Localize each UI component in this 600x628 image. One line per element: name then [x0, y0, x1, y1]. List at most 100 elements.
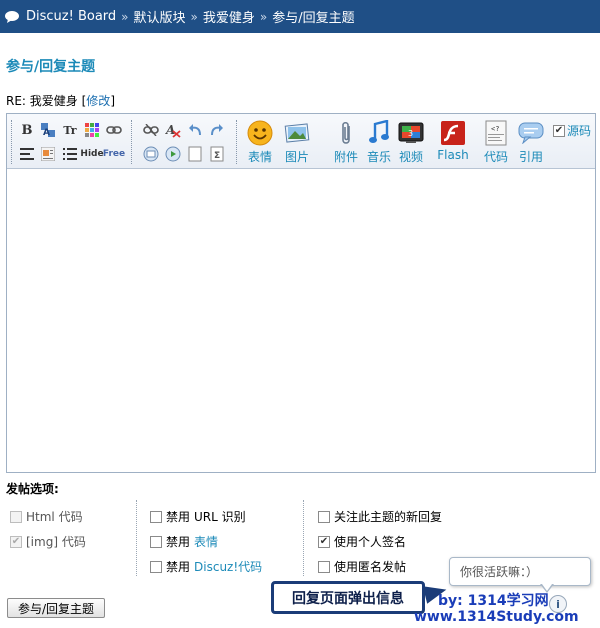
breadcrumb-separator: »: [190, 9, 198, 24]
disable-smilies-link[interactable]: 表情: [194, 533, 218, 550]
option-use-signature[interactable]: ✔ 使用个人签名: [318, 529, 442, 554]
smiley-button[interactable]: 表情: [240, 120, 280, 166]
breadcrumb-home[interactable]: Discuz! Board: [26, 9, 116, 24]
music-note-icon: [366, 120, 392, 146]
disable-url-label: URL 识别: [194, 510, 246, 524]
annotation-callout-text: 回复页面弹出信息: [292, 590, 404, 607]
option-img-code[interactable]: ✔ [img] 代码: [10, 529, 86, 554]
popup-tooltip: 你很活跃嘛：）: [449, 557, 591, 586]
insert-media-icon[interactable]: [165, 146, 181, 162]
picture-icon: [284, 120, 310, 146]
insert-image-icon[interactable]: [143, 146, 159, 162]
video-icon: 3: [398, 120, 424, 146]
anonymous-label: 使用匿名发帖: [334, 560, 407, 574]
paperclip-icon: [333, 120, 359, 146]
post-editor: B A Tr A Hide Free Σ 表情 图片 附件 音乐 3 视频 Fl…: [6, 113, 596, 473]
option-html-code[interactable]: Html 代码: [10, 504, 86, 529]
source-mode-checkbox[interactable]: ✔: [553, 124, 565, 137]
disable-discuz-code-link[interactable]: Discuz!代码: [194, 558, 262, 575]
list-icon[interactable]: [62, 146, 78, 162]
attachment-label: 附件: [333, 150, 358, 164]
video-button[interactable]: 3 视频: [391, 120, 431, 166]
breadcrumb-thread[interactable]: 我爱健身: [203, 7, 255, 26]
option-anonymous[interactable]: 使用匿名发帖: [318, 554, 442, 579]
disable-smilies-checkbox[interactable]: [150, 535, 162, 548]
smiley-label: 表情: [247, 150, 272, 164]
svg-text:Σ: Σ: [214, 151, 220, 161]
breadcrumb-bar: Discuz! Board » 默认版块 » 我爱健身 » 参与/回复主题: [0, 0, 600, 33]
subject-text: RE: 我爱健身: [6, 94, 78, 108]
option-subscribe[interactable]: 关注此主题的新回复: [318, 504, 442, 529]
source-mode-label: 源码: [567, 124, 592, 138]
anonymous-checkbox[interactable]: [318, 560, 330, 573]
disable-url-checkbox[interactable]: [150, 510, 162, 523]
remove-format-icon[interactable]: A: [165, 122, 181, 138]
code-icon: <?: [483, 120, 509, 146]
source-mode-toggle[interactable]: ✔ 源码: [553, 122, 591, 139]
edit-subject-link[interactable]: 修改: [86, 94, 110, 108]
page-title: 参与/回复主题: [6, 59, 96, 75]
breadcrumb-forum[interactable]: 默认版块: [134, 7, 186, 26]
svg-text:<?: <?: [491, 125, 499, 133]
editor-toolbar: B A Tr A Hide Free Σ 表情 图片 附件 音乐 3 视频 Fl…: [7, 114, 595, 169]
options-column-3: 关注此主题的新回复 ✔ 使用个人签名 使用匿名发帖: [318, 504, 442, 579]
redo-icon[interactable]: [209, 122, 225, 138]
flash-button[interactable]: Flash: [433, 120, 473, 166]
watermark-author: by: 1314学习网: [438, 593, 549, 609]
code-button[interactable]: <? 代码: [476, 120, 516, 166]
breadcrumb-separator: »: [121, 9, 129, 24]
subscribe-label: 关注此主题的新回复: [334, 510, 443, 524]
picture-button[interactable]: 图片: [277, 120, 317, 166]
link-icon[interactable]: [106, 122, 122, 138]
chat-bubble-icon: [5, 10, 19, 23]
toolbar-separator: [236, 120, 237, 164]
code-label: 代码: [483, 150, 508, 164]
disable-discuz-code-prefix: 禁用: [166, 560, 191, 574]
float-icon[interactable]: [40, 146, 56, 162]
disable-smilies-prefix: 禁用: [166, 535, 191, 549]
quote-button[interactable]: 引用: [511, 120, 551, 166]
toolbar-separator: [131, 120, 132, 164]
message-textarea[interactable]: [7, 170, 595, 472]
img-code-checkbox[interactable]: ✔: [10, 535, 22, 548]
quote-icon: [518, 120, 544, 146]
watermark-url: www.1314Study.com: [414, 609, 579, 625]
svg-text:A: A: [43, 128, 50, 138]
options-divider: [136, 500, 137, 576]
unlink-icon[interactable]: [143, 122, 159, 138]
video-label: 视频: [398, 150, 423, 164]
disable-discuz-code-checkbox[interactable]: [150, 560, 162, 573]
svg-text:3: 3: [408, 129, 413, 138]
submit-reply-button[interactable]: 参与/回复主题: [7, 598, 105, 618]
page-break-icon[interactable]: [187, 146, 203, 162]
options-column-2: 禁用 URL 识别 禁用 表情 禁用 Discuz!代码: [150, 504, 262, 579]
toolbar-separator: [11, 120, 12, 164]
posting-options-heading: 发帖选项:: [6, 482, 59, 496]
sum-icon[interactable]: Σ: [209, 146, 225, 162]
flash-icon: [440, 120, 466, 146]
html-code-checkbox[interactable]: [10, 510, 22, 523]
popup-tooltip-text: 你很活跃嘛：）: [460, 565, 539, 579]
options-divider: [303, 500, 304, 576]
picture-label: 图片: [284, 150, 309, 164]
font-size-icon[interactable]: Tr: [62, 122, 78, 138]
bold-icon[interactable]: B: [19, 122, 35, 138]
subscribe-checkbox[interactable]: [318, 510, 330, 523]
font-color-icon[interactable]: A: [40, 122, 56, 138]
reply-subject: RE: 我爱健身 [修改]: [6, 92, 115, 109]
option-disable-url[interactable]: 禁用 URL 识别: [150, 504, 262, 529]
undo-icon[interactable]: [187, 122, 203, 138]
disable-url-prefix: 禁用: [166, 510, 191, 524]
option-disable-discuz-code[interactable]: 禁用 Discuz!代码: [150, 554, 262, 579]
hide-icon[interactable]: Hide: [80, 146, 103, 162]
options-column-1: Html 代码 ✔ [img] 代码: [10, 504, 86, 554]
option-disable-smilies[interactable]: 禁用 表情: [150, 529, 262, 554]
breadcrumb-current: 参与/回复主题: [272, 11, 355, 26]
background-color-icon[interactable]: [84, 122, 100, 138]
annotation-callout: 回复页面弹出信息: [271, 581, 425, 614]
use-signature-label: 使用个人签名: [334, 535, 407, 549]
free-icon[interactable]: Free: [103, 146, 125, 162]
use-signature-checkbox[interactable]: ✔: [318, 535, 330, 548]
svg-text:A: A: [165, 123, 175, 137]
align-icon[interactable]: [19, 146, 35, 162]
